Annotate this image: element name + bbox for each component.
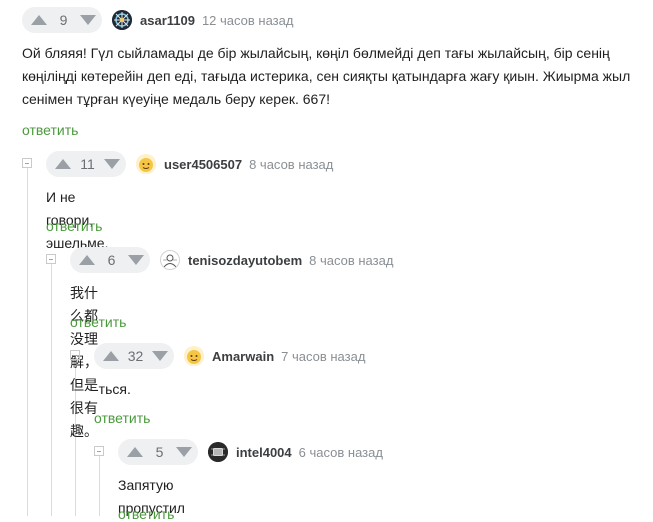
thread-line (51, 264, 52, 516)
username[interactable]: asar1109 (140, 13, 195, 28)
vote-control: 32 (94, 343, 174, 369)
vote-score: 6 (107, 252, 116, 268)
vote-score: 9 (59, 12, 68, 28)
reply-link[interactable]: ответить (46, 218, 102, 234)
timestamp[interactable]: 8 часов назад (249, 157, 333, 172)
thread-line (99, 456, 100, 516)
user-avatar[interactable] (208, 442, 228, 462)
username[interactable]: intel4004 (236, 445, 292, 460)
comment-text: -ться. (94, 381, 131, 397)
username[interactable]: Amarwain (212, 349, 274, 364)
chip-avatar-icon (208, 442, 228, 462)
upvote-arrow-icon[interactable] (103, 351, 119, 361)
comment-header: 6 tenisozdayutobem 8 часов назад (70, 247, 393, 273)
downvote-arrow-icon[interactable] (104, 159, 120, 169)
collapse-toggle[interactable] (46, 254, 56, 264)
collapse-toggle[interactable] (22, 158, 32, 168)
upvote-arrow-icon[interactable] (55, 159, 71, 169)
comment-header: 5 intel4004 6 часов назад (118, 439, 383, 465)
vote-control: 6 (70, 247, 150, 273)
upvote-arrow-icon[interactable] (127, 447, 143, 457)
user-avatar[interactable] (112, 10, 132, 30)
user-avatar[interactable] (160, 250, 180, 270)
comment-text: Ой бляяя! Гүл сыйламады де бір жылайсың,… (22, 45, 631, 107)
reply-link[interactable]: ответить (118, 506, 174, 522)
downvote-arrow-icon[interactable] (80, 15, 96, 25)
timestamp[interactable]: 12 часов назад (202, 13, 294, 28)
upvote-arrow-icon[interactable] (79, 255, 95, 265)
user-avatar[interactable] (184, 346, 204, 366)
vote-control: 11 (46, 151, 126, 177)
username[interactable]: user4506507 (164, 157, 242, 172)
user-avatar[interactable] (136, 154, 156, 174)
collapse-toggle[interactable] (94, 446, 104, 456)
reply-link[interactable]: ответить (94, 410, 150, 426)
downvote-arrow-icon[interactable] (176, 447, 192, 457)
timestamp[interactable]: 8 часов назад (309, 253, 393, 268)
comment-header: 32 Amarwain 7 часов назад (94, 343, 365, 369)
comment-header: 11 user4506507 8 часов назад (46, 151, 333, 177)
downvote-arrow-icon[interactable] (152, 351, 168, 361)
upvote-arrow-icon[interactable] (31, 15, 47, 25)
reply-link[interactable]: ответить (22, 122, 78, 138)
timestamp[interactable]: 7 часов назад (281, 349, 365, 364)
vote-score: 32 (127, 348, 144, 364)
downvote-arrow-icon[interactable] (128, 255, 144, 265)
username[interactable]: tenisozdayutobem (188, 253, 302, 268)
vote-control: 9 (22, 7, 102, 33)
thread-line (27, 168, 28, 516)
reply-link[interactable]: ответить (70, 314, 126, 330)
vote-control: 5 (118, 439, 198, 465)
emoji-face-avatar-icon (136, 154, 156, 174)
line-avatar-icon (163, 254, 177, 268)
emoji-face-avatar-icon (184, 346, 204, 366)
vote-score: 5 (155, 444, 164, 460)
comment-header: 9 asar1109 12 часов назад (22, 7, 293, 33)
collapse-toggle[interactable] (70, 350, 80, 360)
ornament-avatar-icon (112, 10, 132, 30)
vote-score: 11 (80, 156, 95, 172)
timestamp[interactable]: 6 часов назад (299, 445, 383, 460)
